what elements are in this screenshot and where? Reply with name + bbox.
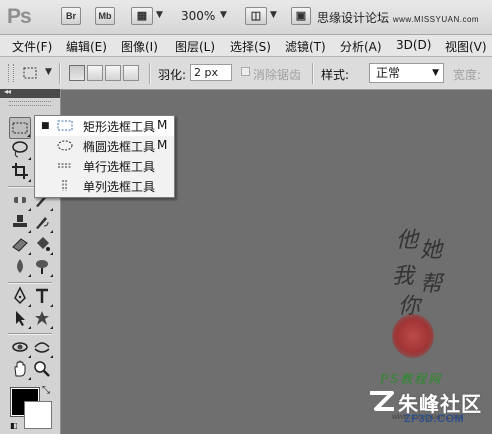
background-color-swatch[interactable] xyxy=(24,401,52,429)
menu-view[interactable]: 视图(V) xyxy=(445,38,487,55)
style-label: 样式: xyxy=(321,68,350,82)
history-brush-tool[interactable] xyxy=(31,212,53,234)
panel-header[interactable]: ◂◂ xyxy=(0,87,60,98)
antialias-label: 消除锯齿 xyxy=(253,68,302,82)
paint-bucket-tool[interactable] xyxy=(31,234,53,256)
path-selection-icon xyxy=(16,311,25,326)
options-bar: ▼ 羽化: 2 px 消除锯齿 样式: 正常 ▼ 宽度: xyxy=(0,57,492,90)
pen-tool[interactable] xyxy=(9,286,31,308)
menu-bar: 文件(F) 编辑(E) 图像(I) 图层(L) 选择(S) 滤镜(T) 分析(A… xyxy=(0,35,492,57)
crop-icon xyxy=(12,163,28,179)
subtract-from-selection-button[interactable] xyxy=(105,65,121,81)
rectangular-marquee-tool[interactable] xyxy=(9,117,31,139)
default-colors-icon[interactable]: ◧ xyxy=(10,421,18,430)
lasso-tool[interactable] xyxy=(9,139,31,161)
3d-rotate-tool[interactable] xyxy=(9,337,31,359)
menu-file[interactable]: 文件(F) xyxy=(12,38,52,55)
feather-input[interactable]: 2 px xyxy=(190,64,232,81)
blur-icon xyxy=(17,259,23,273)
chevron-down-icon[interactable]: ▼ xyxy=(156,10,163,20)
chevron-down-icon[interactable]: ▼ xyxy=(270,10,277,20)
3d-rotate-icon xyxy=(12,342,28,352)
eraser-icon xyxy=(12,238,28,252)
add-to-selection-button[interactable] xyxy=(87,65,103,81)
new-selection-button[interactable] xyxy=(69,65,85,81)
spot-healing-tool[interactable] xyxy=(9,190,31,212)
calligraphy-char: 我 xyxy=(392,264,415,289)
3d-orbit-tool[interactable] xyxy=(31,337,53,359)
dodge-icon xyxy=(36,260,48,274)
divider xyxy=(312,63,314,84)
swap-colors-icon[interactable]: ⤡ xyxy=(42,385,50,396)
panel-grip[interactable] xyxy=(9,101,51,106)
application-bar: Ps Br Mb ▦ ▼ 300% ▼ ◫ ▼ ▣ 思缘设计论坛 www.MIS… xyxy=(0,0,492,35)
menu-select[interactable]: 选择(S) xyxy=(230,38,271,55)
calligraphy-char: 帮 xyxy=(420,272,443,297)
pen-icon xyxy=(14,286,26,305)
screen-mode-button[interactable]: ▣ xyxy=(291,7,311,25)
launch-bridge-button[interactable]: Br xyxy=(61,7,81,25)
width-label: 宽度: xyxy=(453,68,482,82)
calligraphy-char: 她 xyxy=(420,238,443,263)
spot-healing-icon xyxy=(14,197,26,203)
feather-label: 羽化: xyxy=(158,68,187,82)
arrange-documents-button[interactable]: ◫ xyxy=(245,7,267,25)
calligraphy-char: 他 xyxy=(396,228,419,253)
blur-tool[interactable] xyxy=(9,256,31,278)
tool-preset-icon[interactable] xyxy=(22,65,38,81)
watermark-text: 思缘设计论坛 www.MISSYUAN.com xyxy=(317,11,480,25)
type-icon xyxy=(36,288,48,303)
type-tool[interactable] xyxy=(31,286,53,308)
seal-stamp-icon xyxy=(392,314,434,358)
intersect-selection-button[interactable] xyxy=(123,65,139,81)
history-brush-icon xyxy=(36,217,49,229)
divider xyxy=(8,282,52,284)
zoom-icon xyxy=(34,361,50,377)
menu-image[interactable]: 图像(I) xyxy=(121,38,158,55)
3d-orbit-icon xyxy=(34,342,50,353)
view-extras-button[interactable]: ▦ xyxy=(131,7,153,25)
zf3d-logo-icon xyxy=(370,391,394,411)
style-select[interactable]: 正常 ▼ xyxy=(369,63,444,83)
clone-stamp-icon xyxy=(13,215,27,227)
custom-shape-icon xyxy=(35,311,49,325)
path-selection-tool[interactable] xyxy=(9,308,31,330)
lasso-icon xyxy=(12,141,28,158)
clone-stamp-tool[interactable] xyxy=(9,212,31,234)
brand-url: ZF3D.COM xyxy=(404,413,465,425)
selected-indicator-icon: ■ xyxy=(41,121,50,131)
photoshop-logo: Ps xyxy=(7,5,32,28)
style-value: 正常 xyxy=(376,66,401,80)
paint-bucket-icon xyxy=(37,237,50,251)
dodge-tool[interactable] xyxy=(31,256,53,278)
collapse-icon[interactable]: ◂◂ xyxy=(4,87,11,96)
menu-layer[interactable]: 图层(L) xyxy=(175,38,215,55)
custom-shape-tool[interactable] xyxy=(31,308,53,330)
divider xyxy=(59,63,61,84)
crop-tool[interactable] xyxy=(9,161,31,183)
menu-analysis[interactable]: 分析(A) xyxy=(340,38,382,55)
zoom-tool[interactable] xyxy=(31,359,53,381)
chevron-down-icon: ▼ xyxy=(432,68,439,78)
chevron-down-icon[interactable]: ▼ xyxy=(220,10,227,20)
antialias-checkbox[interactable] xyxy=(241,67,250,76)
hand-tool[interactable] xyxy=(9,359,31,381)
launch-mini-bridge-button[interactable]: Mb xyxy=(95,7,115,25)
zoom-level[interactable]: 300% xyxy=(181,9,215,23)
menu-edit[interactable]: 编辑(E) xyxy=(66,38,107,55)
menu-filter[interactable]: 滤镜(T) xyxy=(285,38,326,55)
options-grip[interactable] xyxy=(8,64,14,82)
hand-icon xyxy=(14,360,26,377)
menu-3d[interactable]: 3D(D) xyxy=(396,38,431,52)
eraser-tool[interactable] xyxy=(9,234,31,256)
divider xyxy=(8,333,52,335)
divider xyxy=(149,63,151,84)
chevron-down-icon[interactable]: ▼ xyxy=(45,67,52,77)
tutorial-watermark: PS教程网 xyxy=(380,372,443,386)
